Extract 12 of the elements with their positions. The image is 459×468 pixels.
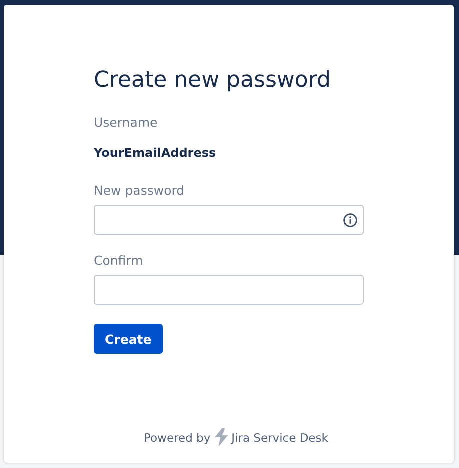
create-button[interactable]: Create: [94, 324, 163, 354]
field-label: Confirm: [94, 253, 144, 269]
password-field[interactable]: [94, 275, 364, 305]
lightning-bolt-icon: [214, 428, 229, 447]
product-link[interactable]: Jira Service Desk: [232, 430, 328, 444]
info-icon[interactable]: [343, 212, 358, 228]
powered-by-text: Powered by: [144, 430, 211, 444]
username-value: YourEmailAddress: [94, 145, 216, 161]
field-label: New password: [94, 183, 185, 199]
password-field[interactable]: [94, 205, 364, 235]
field-label: Username: [94, 115, 158, 131]
page-title: Create new password: [94, 67, 332, 95]
